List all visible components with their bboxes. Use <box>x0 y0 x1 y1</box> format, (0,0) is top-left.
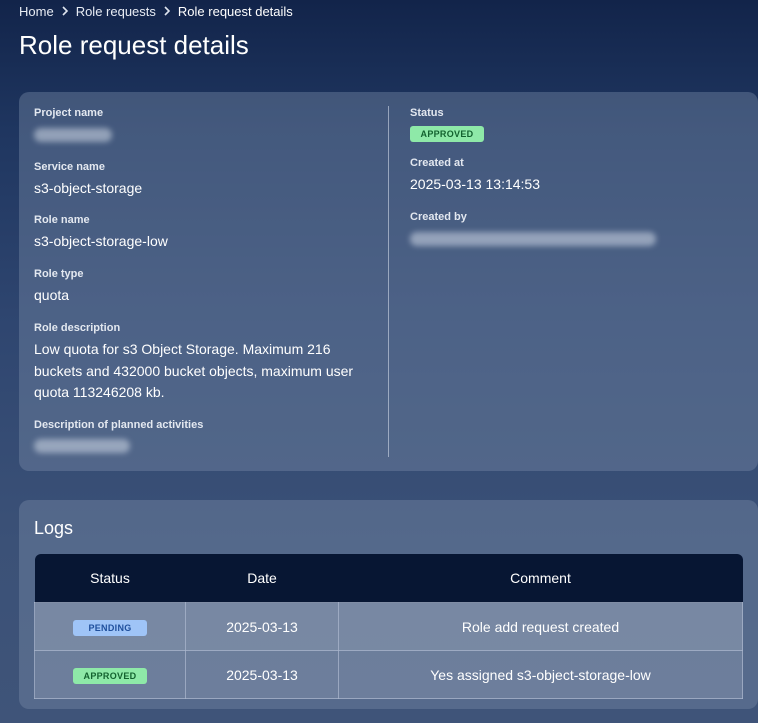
service-name-value: s3-object-storage <box>34 180 143 196</box>
logs-table: Status Date Comment PENDING 2025-03-13 R… <box>34 554 743 699</box>
column-header-date[interactable]: Date <box>185 554 339 603</box>
log-date-cell: 2025-03-13 <box>185 602 339 651</box>
breadcrumb-home-link[interactable]: Home <box>19 4 54 19</box>
logs-title: Logs <box>34 518 74 538</box>
planned-activities-label: Description of planned activities <box>34 419 204 431</box>
column-header-comment[interactable]: Comment <box>338 554 743 603</box>
column-header-status[interactable]: Status <box>34 554 186 603</box>
role-description-value: Low quota for s3 Object Storage. Maximum… <box>34 341 354 400</box>
role-type-value: quota <box>34 287 70 303</box>
created-at-value: 2025-03-13 13:14:53 <box>410 176 540 192</box>
status-label: Status <box>410 107 444 119</box>
details-card: Project name Service name s3-object-stor… <box>19 92 758 471</box>
logs-card: Logs Status Date Comment PENDING 2025-03… <box>19 500 758 709</box>
log-status-badge: PENDING <box>73 619 147 636</box>
status-badge-wrap: APPROVED <box>410 124 484 142</box>
chevron-right-icon <box>163 5 171 19</box>
log-comment-cell: Role add request created <box>338 602 743 651</box>
breadcrumb: Home Role requests Role request details <box>19 4 293 19</box>
log-status-badge: APPROVED <box>73 667 147 684</box>
created-by-redacted <box>410 232 656 246</box>
created-by-label: Created by <box>410 211 467 223</box>
role-description-label: Role description <box>34 322 121 334</box>
logs-table-header-row: Status Date Comment <box>34 554 743 603</box>
project-name-label: Project name <box>34 107 104 119</box>
table-row: APPROVED 2025-03-13 Yes assigned s3-obje… <box>34 650 743 699</box>
log-comment-cell: Yes assigned s3-object-storage-low <box>338 650 743 699</box>
created-at-label: Created at <box>410 157 464 169</box>
log-date-cell: 2025-03-13 <box>185 650 339 699</box>
project-name-redacted <box>34 128 112 142</box>
page-title: Role request details <box>19 30 249 60</box>
planned-activities-redacted <box>34 439 130 453</box>
role-name-label: Role name <box>34 214 90 226</box>
breadcrumb-role-requests-link[interactable]: Role requests <box>76 4 156 19</box>
breadcrumb-current: Role request details <box>177 4 293 19</box>
service-name-label: Service name <box>34 161 105 173</box>
role-name-value: s3-object-storage-low <box>34 233 168 249</box>
status-badge: APPROVED <box>410 126 484 142</box>
log-status-cell: APPROVED <box>34 650 186 699</box>
role-type-label: Role type <box>34 268 84 280</box>
chevron-right-icon <box>61 5 69 19</box>
log-status-cell: PENDING <box>34 602 186 651</box>
column-divider <box>388 106 389 457</box>
table-row: PENDING 2025-03-13 Role add request crea… <box>34 602 743 651</box>
